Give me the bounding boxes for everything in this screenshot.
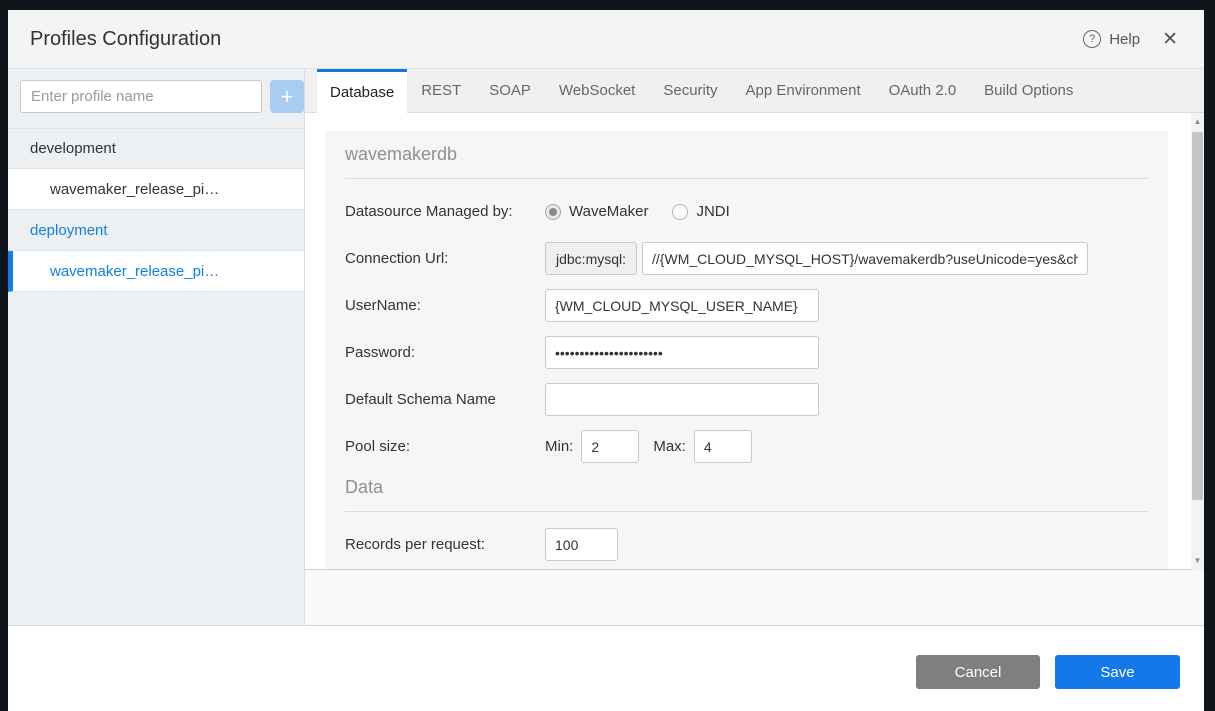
records-label: Records per request: [345, 536, 545, 553]
username-row: UserName: [345, 289, 1148, 322]
datasource-row: Datasource Managed by: WaveMaker JNDI [345, 195, 1148, 228]
radio-selected-icon [545, 204, 561, 220]
plus-icon: + [281, 84, 294, 109]
profile-detail-panel: Database REST SOAP WebSocket Security Ap… [305, 69, 1204, 625]
radio-jndi[interactable]: JNDI [672, 203, 729, 220]
connection-url-input[interactable] [642, 242, 1088, 275]
pool-min-input[interactable] [581, 430, 639, 463]
data-section-title: Data [345, 477, 1148, 498]
tab-app-environment[interactable]: App Environment [732, 69, 875, 112]
profiles-configuration-dialog: Profiles Configuration ? Help ✕ + develo… [8, 10, 1204, 711]
profile-name-input[interactable] [20, 80, 262, 113]
radio-wavemaker[interactable]: WaveMaker [545, 203, 648, 220]
records-input[interactable] [545, 528, 618, 561]
connection-url-row: Connection Url: jdbc:mysql: [345, 242, 1148, 275]
username-label: UserName: [345, 297, 545, 314]
sidebar-item-deployment[interactable]: deployment [8, 210, 304, 251]
help-button[interactable]: ? Help [1083, 30, 1140, 48]
dialog-header: Profiles Configuration ? Help ✕ [8, 10, 1204, 69]
schema-input[interactable] [545, 383, 819, 416]
username-input[interactable] [545, 289, 819, 322]
pool-size-label: Pool size: [345, 438, 545, 455]
help-label: Help [1109, 31, 1140, 48]
help-icon: ? [1083, 30, 1101, 48]
dialog-footer: Cancel Save [8, 625, 1204, 711]
pool-min-label: Min: [545, 438, 573, 455]
profile-tabs: Database REST SOAP WebSocket Security Ap… [305, 69, 1204, 113]
tab-database[interactable]: Database [317, 69, 407, 113]
tab-oauth[interactable]: OAuth 2.0 [875, 69, 971, 112]
scroll-up-icon[interactable]: ▲ [1191, 115, 1204, 129]
sidebar-item-label: wavemaker_release_pi… [50, 181, 219, 198]
sidebar-item-label: wavemaker_release_pi… [50, 263, 219, 280]
records-row: Records per request: [345, 528, 1148, 561]
dialog-body: + development wavemaker_release_pi… depl… [8, 69, 1204, 625]
close-icon[interactable]: ✕ [1162, 30, 1178, 49]
tab-soap[interactable]: SOAP [475, 69, 545, 112]
scrollbar-thumb[interactable] [1192, 132, 1203, 500]
section-divider [345, 511, 1148, 512]
sidebar-item-label: deployment [30, 222, 108, 239]
sidebar-item-development[interactable]: development [8, 128, 304, 169]
sidebar-item-label: development [30, 140, 116, 157]
schema-label: Default Schema Name [345, 391, 545, 408]
pool-size-row: Pool size: Min: Max: [345, 430, 1148, 463]
sidebar-item-deployment-profile[interactable]: wavemaker_release_pi… [8, 251, 304, 292]
sidebar-item-development-profile[interactable]: wavemaker_release_pi… [8, 169, 304, 210]
database-settings-card: wavemakerdb Datasource Managed by: WaveM… [325, 130, 1168, 569]
tab-websocket[interactable]: WebSocket [545, 69, 649, 112]
cancel-button[interactable]: Cancel [916, 655, 1040, 689]
pool-max-input[interactable] [694, 430, 752, 463]
section-divider [345, 178, 1148, 179]
database-tab-content: wavemakerdb Datasource Managed by: WaveM… [305, 113, 1204, 570]
jdbc-prefix: jdbc:mysql: [545, 242, 637, 275]
page-title: Profiles Configuration [30, 28, 221, 51]
pool-max-label: Max: [653, 438, 686, 455]
password-row: Password: [345, 336, 1148, 369]
radio-unselected-icon [672, 204, 688, 220]
datasource-label: Datasource Managed by: [345, 203, 545, 220]
save-button[interactable]: Save [1055, 655, 1180, 689]
content-bottom-strip [305, 570, 1204, 625]
profile-list: development wavemaker_release_pi… deploy… [8, 128, 304, 292]
scroll-down-icon[interactable]: ▼ [1191, 554, 1204, 568]
vertical-scrollbar[interactable]: ▲ ▼ [1191, 113, 1204, 570]
database-section-title: wavemakerdb [345, 144, 1148, 165]
schema-row: Default Schema Name [345, 383, 1148, 416]
add-profile-button[interactable]: + [270, 80, 304, 113]
password-input[interactable] [545, 336, 819, 369]
tab-security[interactable]: Security [649, 69, 731, 112]
profiles-sidebar: + development wavemaker_release_pi… depl… [8, 69, 305, 625]
connection-url-label: Connection Url: [345, 250, 545, 267]
password-label: Password: [345, 344, 545, 361]
tab-build-options[interactable]: Build Options [970, 69, 1087, 112]
tab-rest[interactable]: REST [407, 69, 475, 112]
